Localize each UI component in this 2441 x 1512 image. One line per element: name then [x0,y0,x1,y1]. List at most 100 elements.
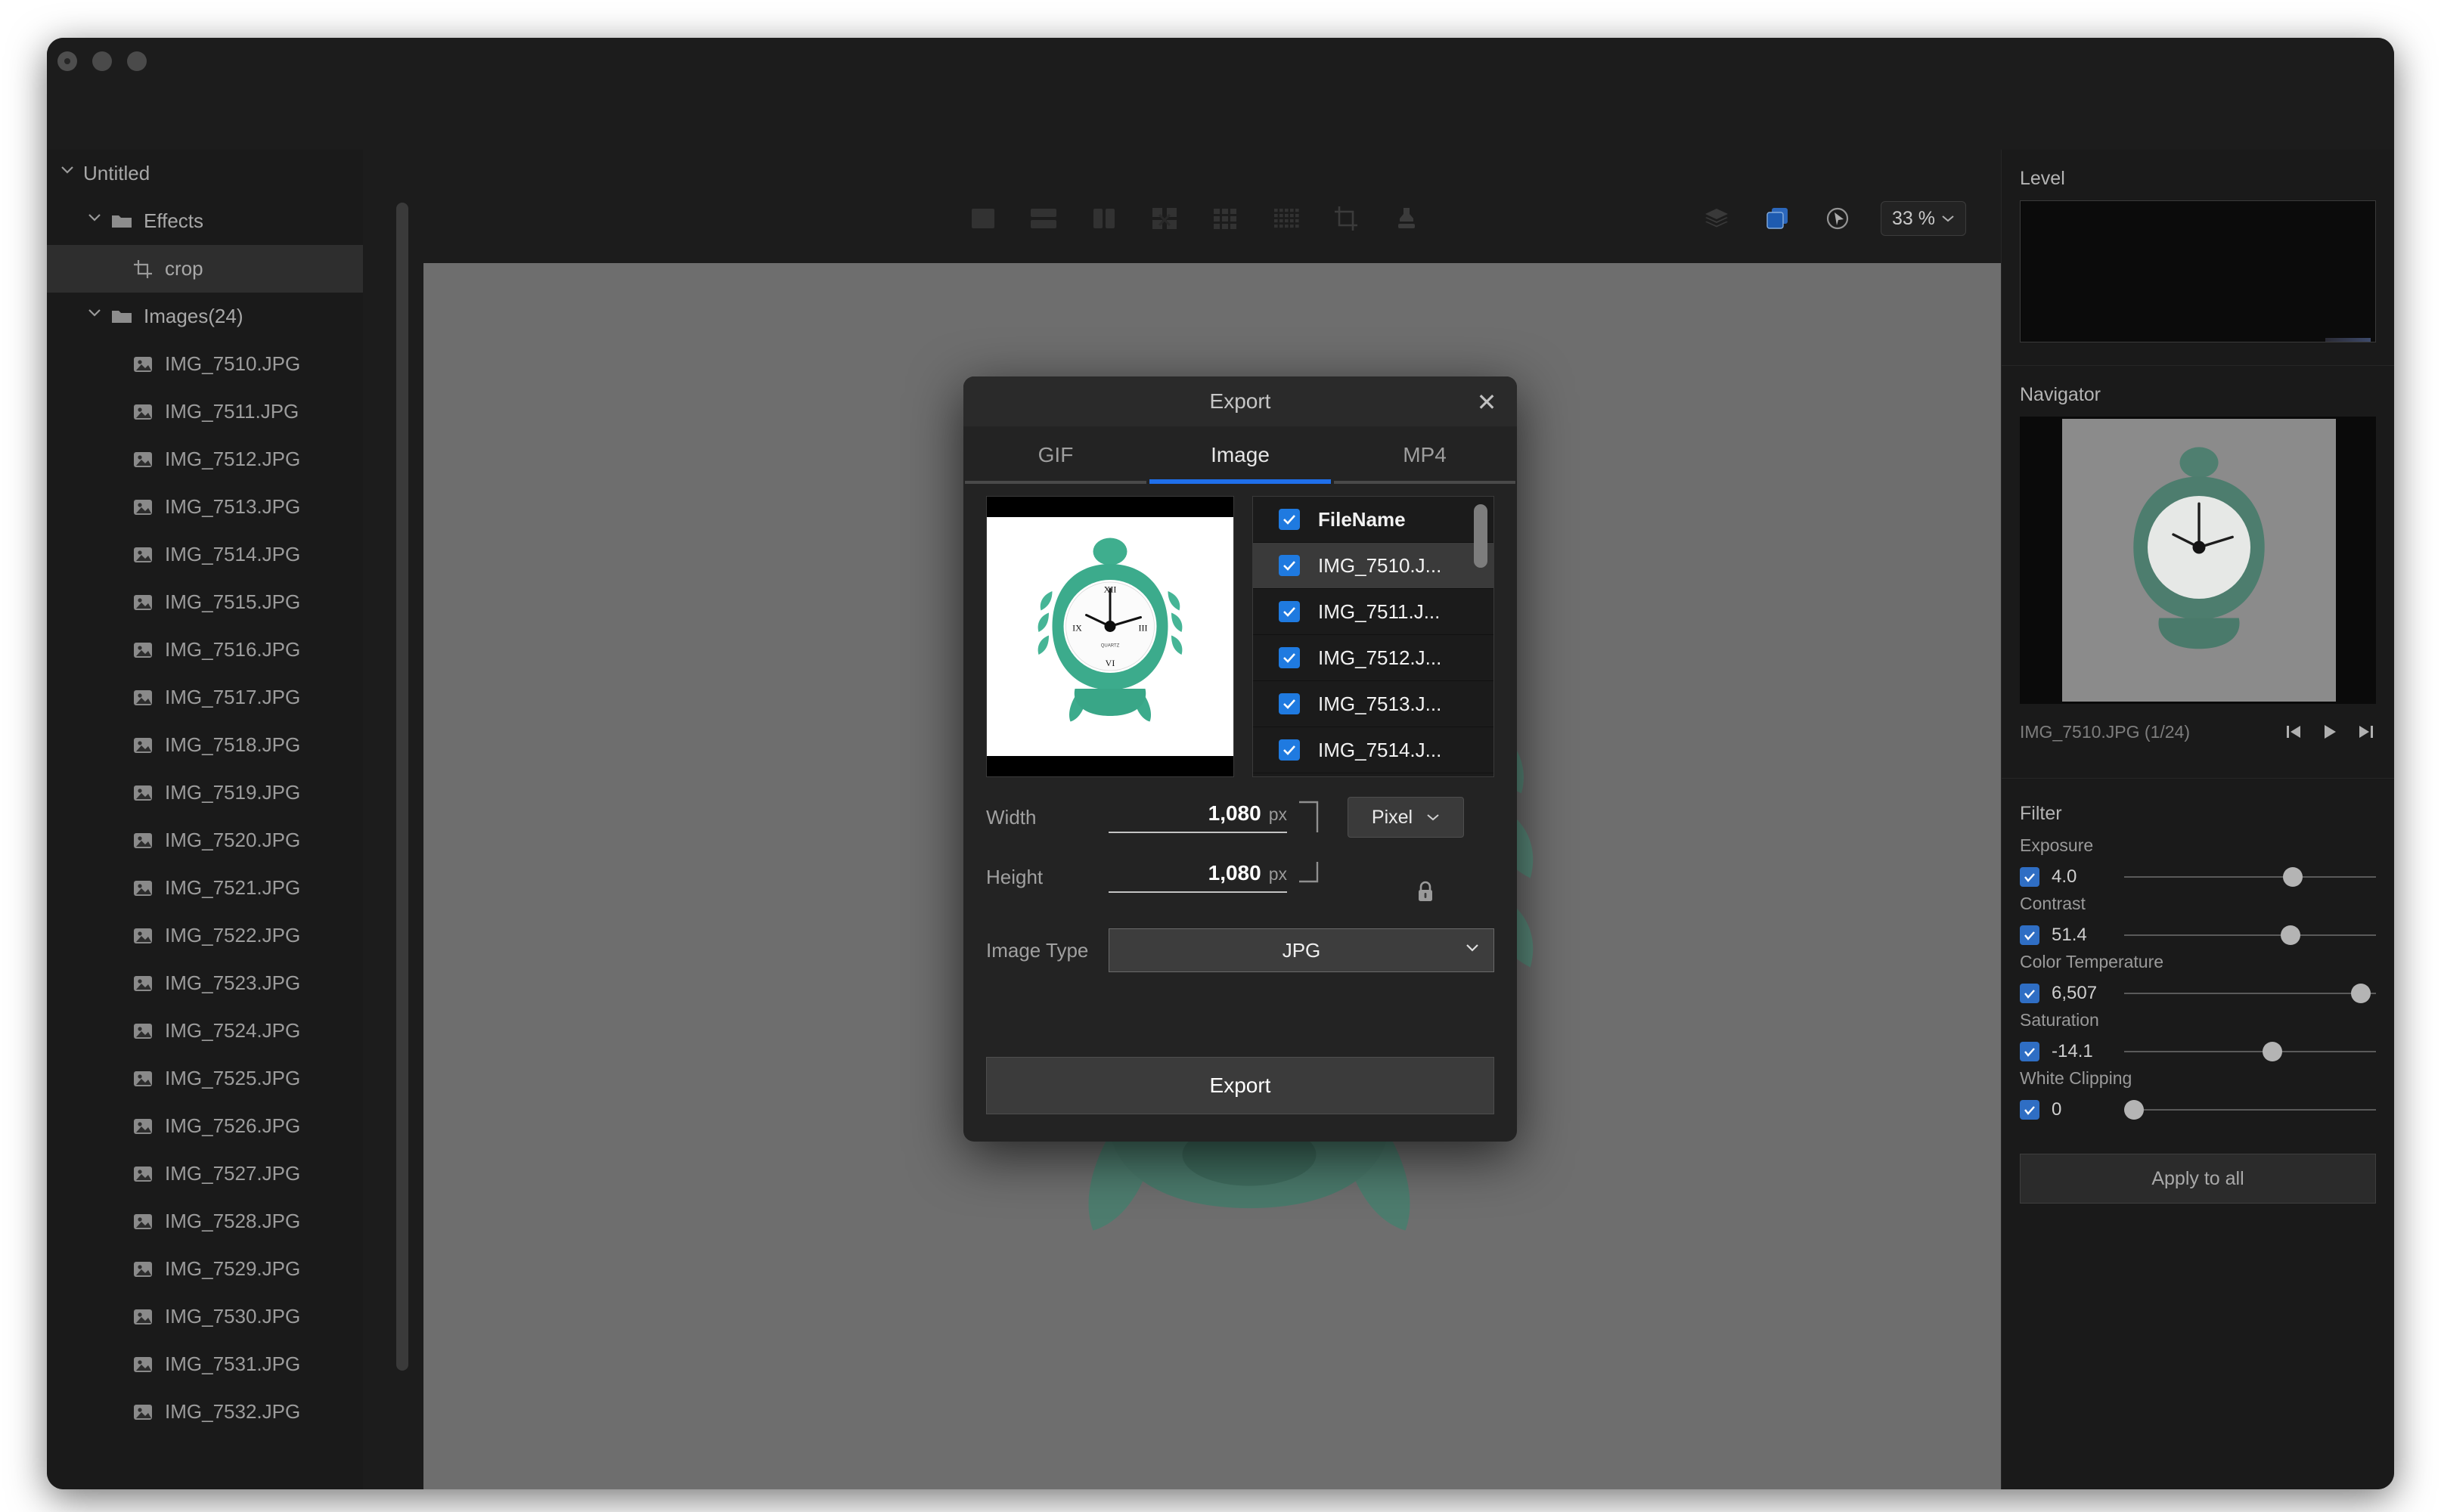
sidebar-file-label: IMG_7514.JPG [165,543,301,565]
export-dialog[interactable]: Export ✕ GIF Image MP4 III VI IX QUARTZ … [963,376,1517,1142]
sidebar-file-item[interactable]: IMG_7532.JPG [47,1388,363,1436]
checkbox-checked-icon[interactable] [2020,1100,2039,1120]
image-type-select[interactable]: JPG [1109,928,1494,972]
sidebar-file-item[interactable]: IMG_7519.JPG [47,769,363,816]
image-file-icon [132,1306,154,1328]
sidebar-file-item[interactable]: IMG_7512.JPG [47,435,363,483]
skip-forward-icon[interactable] [2356,722,2376,742]
cursor-icon[interactable] [1820,201,1855,236]
sidebar-item-crop[interactable]: crop [47,245,363,293]
checkbox-checked-icon[interactable] [2020,984,2039,1003]
sidebar-item-project[interactable]: Untitled [47,150,363,197]
navigator-preview[interactable] [2020,417,2376,704]
filter-slider[interactable] [2124,1100,2376,1120]
filter-slider[interactable] [2124,867,2376,887]
grid-dense-icon[interactable] [1268,201,1303,236]
sidebar-file-label: IMG_7519.JPG [165,781,301,804]
export-list-item[interactable]: IMG_7512.J... [1253,635,1493,681]
image-file-icon [132,544,154,566]
sidebar-file-item[interactable]: IMG_7531.JPG [47,1340,363,1388]
single-view-icon[interactable] [966,201,1000,236]
sidebar-file-item[interactable]: IMG_7518.JPG [47,721,363,769]
export-file-list[interactable]: FileName IMG_7510.J... IMG_7511.J... IMG_75… [1252,496,1494,777]
split-vertical-icon[interactable] [1087,201,1121,236]
grid-3x3-icon[interactable] [1208,201,1242,236]
slider-knob[interactable] [2280,925,2300,945]
export-list-item[interactable]: IMG_7514.J... [1253,727,1493,773]
sidebar-file-item[interactable]: IMG_7513.JPG [47,483,363,531]
checkbox-checked-icon[interactable] [1279,555,1300,576]
project-sidebar[interactable]: Untitled Effects crop Images(24) IMG_751… [47,150,363,1489]
sidebar-file-item[interactable]: IMG_7525.JPG [47,1055,363,1102]
chevron-down-icon [86,212,106,231]
export-tab-image[interactable]: Image [1148,426,1332,484]
export-list-item[interactable]: IMG_7513.J... [1253,681,1493,727]
lock-icon[interactable] [1414,878,1437,906]
level-histogram[interactable] [2020,200,2376,342]
checkbox-checked-icon[interactable] [1279,601,1300,622]
split-horizontal-icon[interactable] [1026,201,1061,236]
zoom-level-select[interactable]: 33 % [1881,201,1966,236]
sidebar-file-item[interactable]: IMG_7523.JPG [47,959,363,1007]
checkbox-checked-icon[interactable] [2020,925,2039,945]
play-icon[interactable] [2320,722,2340,742]
image-file-icon [132,1020,154,1043]
crop-tool-icon[interactable] [1329,201,1363,236]
sidebar-file-item[interactable]: IMG_7514.JPG [47,531,363,578]
filter-slider[interactable] [2124,925,2376,945]
export-list-item[interactable]: IMG_7511.J... [1253,589,1493,635]
export-list-item[interactable]: IMG_7510.J... [1253,543,1493,589]
slider-knob[interactable] [2283,867,2303,887]
sidebar-file-label: IMG_7516.JPG [165,638,301,661]
checkbox-checked-icon[interactable] [1279,647,1300,668]
slider-knob[interactable] [2263,1042,2283,1061]
sidebar-file-item[interactable]: IMG_7528.JPG [47,1198,363,1245]
slider-knob[interactable] [2124,1100,2145,1120]
sidebar-file-item[interactable]: IMG_7511.JPG [47,388,363,435]
sidebar-file-item[interactable]: IMG_7521.JPG [47,864,363,912]
maximize-window-button[interactable] [127,51,147,71]
checkbox-checked-icon[interactable] [1279,693,1300,714]
checkbox-checked-icon[interactable] [2020,1042,2039,1061]
filter-slider[interactable] [2124,1042,2376,1061]
sidebar-item-effects[interactable]: Effects [47,197,363,245]
sidebar-file-item[interactable]: IMG_7527.JPG [47,1150,363,1198]
checkbox-checked-icon[interactable] [1279,509,1300,530]
sidebar-file-item[interactable]: IMG_7530.JPG [47,1293,363,1340]
duplicate-icon[interactable] [1760,201,1794,236]
compare-icon[interactable] [1147,201,1182,236]
apply-to-all-button[interactable]: Apply to all [2020,1154,2376,1204]
slider-knob[interactable] [2351,984,2371,1003]
minimize-window-button[interactable] [92,51,112,71]
sidebar-file-item[interactable]: IMG_7510.JPG [47,340,363,388]
sidebar-file-item[interactable]: IMG_7517.JPG [47,674,363,721]
sidebar-file-list[interactable]: IMG_7510.JPG IMG_7511.JPG IMG_7512.JPG IMG_… [47,340,363,1436]
export-dialog-tabs[interactable]: GIF Image MP4 [963,426,1517,484]
link-bracket-top-icon [1298,798,1328,837]
export-tab-gif[interactable]: GIF [963,426,1148,484]
export-list-scrollbar-thumb[interactable] [1474,504,1487,568]
unit-select[interactable]: Pixel [1348,797,1464,838]
filter-slider[interactable] [2124,984,2376,1003]
checkbox-checked-icon[interactable] [2020,867,2039,887]
sidebar-scrollbar[interactable] [396,203,408,1371]
checkbox-checked-icon[interactable] [1279,739,1300,761]
layers-icon[interactable] [1699,201,1734,236]
sidebar-file-item[interactable]: IMG_7529.JPG [47,1245,363,1293]
sidebar-file-item[interactable]: IMG_7516.JPG [47,626,363,674]
close-icon[interactable]: ✕ [1473,389,1500,416]
close-window-button[interactable] [57,51,77,71]
width-input[interactable]: 1,080 px [1109,801,1287,833]
export-list-header-row[interactable]: FileName [1253,497,1493,543]
stamp-tool-icon[interactable] [1389,201,1424,236]
sidebar-file-item[interactable]: IMG_7526.JPG [47,1102,363,1150]
sidebar-file-item[interactable]: IMG_7515.JPG [47,578,363,626]
sidebar-file-item[interactable]: IMG_7522.JPG [47,912,363,959]
export-tab-mp4[interactable]: MP4 [1332,426,1517,484]
skip-back-icon[interactable] [2284,722,2303,742]
export-button[interactable]: Export [986,1057,1494,1114]
sidebar-item-images[interactable]: Images(24) [47,293,363,340]
height-input[interactable]: 1,080 px [1109,861,1287,893]
sidebar-file-item[interactable]: IMG_7520.JPG [47,816,363,864]
sidebar-file-item[interactable]: IMG_7524.JPG [47,1007,363,1055]
